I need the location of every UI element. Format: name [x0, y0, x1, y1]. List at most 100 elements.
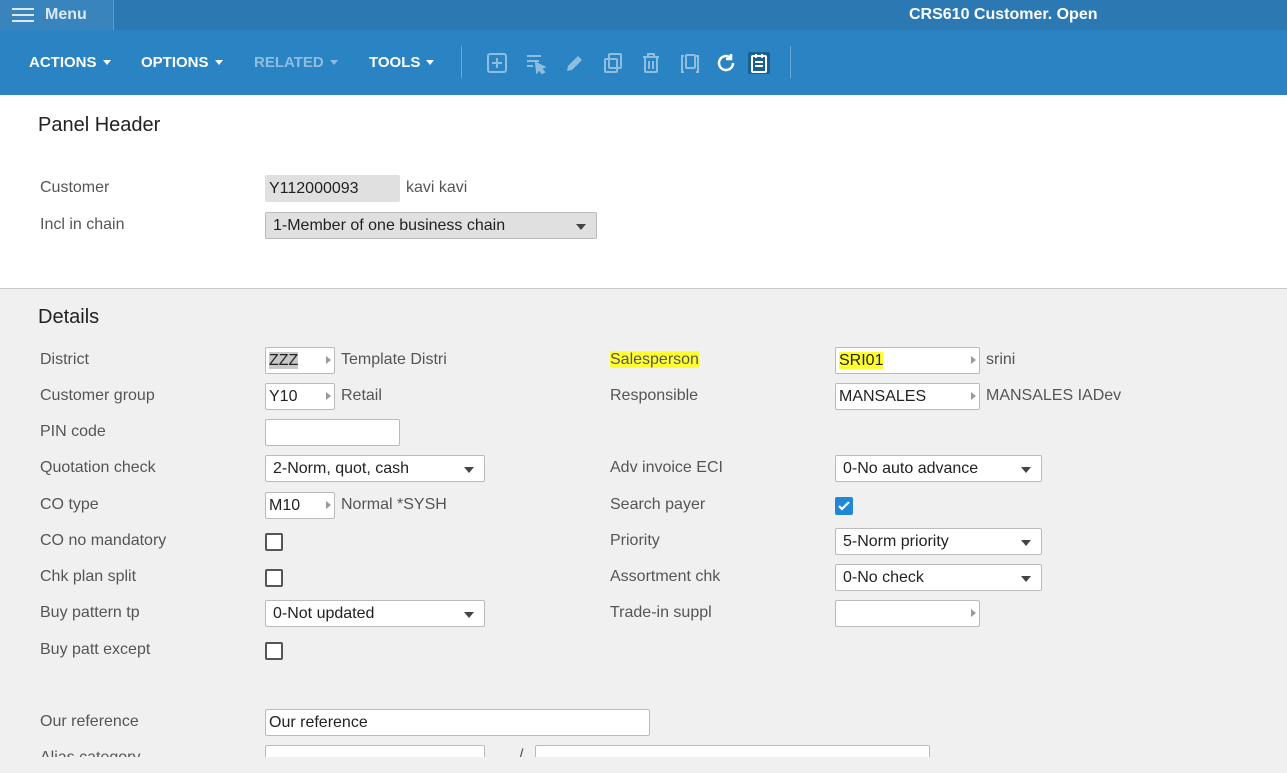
chain-label: Incl in chain — [40, 216, 125, 233]
buy-pattern-label: Buy pattern tp — [40, 604, 140, 621]
plan-split-checkbox[interactable] — [265, 569, 283, 587]
related-label: RELATED — [254, 54, 324, 71]
district-label: District — [40, 351, 89, 368]
salesperson-field[interactable]: SRI01 — [835, 347, 980, 374]
refresh-icon[interactable] — [715, 52, 737, 74]
toolbar: ACTIONS OPTIONS RELATED TOOLS — [0, 30, 1287, 95]
customer-group-label: Customer group — [40, 387, 155, 404]
buy-patt-except-label: Buy patt except — [40, 641, 151, 658]
co-type-value: M10 — [269, 497, 301, 514]
our-reference-label: Our reference — [40, 713, 139, 730]
adv-invoice-select[interactable]: 0-No auto advance — [835, 455, 1042, 482]
adv-invoice-value: 0-No auto advance — [843, 460, 979, 477]
chevron-down-icon — [102, 60, 111, 65]
chevron-down-icon — [214, 60, 223, 65]
customer-value: Y112000093 — [269, 180, 359, 197]
chevron-down-icon — [426, 60, 435, 65]
trade-in-field[interactable] — [835, 600, 980, 627]
actions-menu[interactable]: ACTIONS — [29, 54, 111, 71]
our-reference-field[interactable]: Our reference — [265, 709, 650, 736]
search-payer-checkbox[interactable] — [835, 497, 853, 515]
priority-select[interactable]: 5-Norm priority — [835, 528, 1042, 555]
responsible-label: Responsible — [610, 387, 699, 404]
trade-in-label: Trade-in suppl — [610, 604, 712, 621]
related-menu[interactable]: RELATED — [254, 54, 338, 71]
browse-arrow-icon[interactable] — [326, 356, 331, 364]
toolbar-divider — [461, 46, 462, 78]
chevron-down-icon — [576, 224, 586, 230]
browse-arrow-icon[interactable] — [971, 392, 976, 400]
edit-icon[interactable] — [564, 52, 586, 74]
co-type-desc: Normal *SYSH — [341, 496, 447, 513]
salesperson-desc: srini — [986, 351, 1016, 368]
district-value: ZZZ — [269, 352, 299, 369]
browse-arrow-icon[interactable] — [326, 392, 331, 400]
display-icon[interactable] — [679, 52, 701, 74]
alias-separator: / — [519, 747, 524, 757]
customer-name: kavi kavi — [406, 179, 468, 196]
checkmark-icon — [838, 501, 850, 511]
copy-icon[interactable] — [602, 52, 624, 74]
panel-header: Panel Header Customer Y112000093 kavi ka… — [0, 95, 1287, 289]
buy-patt-except-checkbox[interactable] — [265, 642, 283, 660]
app-title: CRS610 Customer. Open — [909, 6, 1098, 23]
adv-invoice-label: Adv invoice ECI — [610, 459, 723, 476]
hamburger-icon — [12, 8, 34, 22]
alias-row-clip: Alias category / — [0, 745, 1287, 757]
details-section: Details District ZZZ Template Distri Cus… — [0, 289, 1287, 773]
district-desc: Template Distri — [341, 351, 447, 368]
salesperson-label-text: Salesperson — [610, 351, 699, 368]
assortment-label: Assortment chk — [610, 568, 721, 585]
options-menu[interactable]: OPTIONS — [141, 54, 223, 71]
priority-label: Priority — [610, 532, 660, 549]
quotation-check-select[interactable]: 2-Norm, quot, cash — [265, 455, 485, 482]
salesperson-label: Salesperson — [610, 351, 699, 369]
notes-icon[interactable] — [748, 52, 770, 74]
responsible-value: MANSALES — [839, 388, 927, 405]
salesperson-value: SRI01 — [839, 352, 884, 369]
chevron-down-icon — [1021, 540, 1031, 546]
options-label: OPTIONS — [141, 54, 209, 71]
co-type-label: CO type — [40, 496, 99, 513]
browse-arrow-icon[interactable] — [326, 501, 331, 509]
buy-pattern-value: 0-Not updated — [273, 605, 375, 622]
menu-label: Menu — [45, 6, 87, 23]
actions-label: ACTIONS — [29, 54, 97, 71]
assortment-value: 0-No check — [843, 569, 924, 586]
quotation-check-label: Quotation check — [40, 459, 156, 476]
tools-label: TOOLS — [369, 54, 421, 71]
customer-group-desc: Retail — [341, 387, 382, 404]
browse-arrow-icon[interactable] — [971, 609, 976, 617]
district-field[interactable]: ZZZ — [265, 347, 335, 374]
chevron-down-icon — [1021, 467, 1031, 473]
plan-split-label: Chk plan split — [40, 568, 137, 585]
co-type-field[interactable]: M10 — [265, 492, 335, 519]
chevron-down-icon — [1021, 576, 1031, 582]
menu-button[interactable]: Menu — [0, 0, 114, 30]
co-no-mandatory-checkbox[interactable] — [265, 533, 283, 551]
select-icon[interactable] — [525, 52, 547, 74]
toolbar-divider — [790, 46, 791, 78]
top-bar: Menu CRS610 Customer. Open — [0, 0, 1287, 30]
details-title: Details — [38, 306, 100, 328]
customer-group-field[interactable]: Y10 — [265, 383, 335, 410]
assortment-select[interactable]: 0-No check — [835, 564, 1042, 591]
priority-value: 5-Norm priority — [843, 533, 949, 550]
pin-field[interactable] — [265, 419, 400, 446]
chevron-down-icon — [464, 467, 474, 473]
browse-arrow-icon[interactable] — [971, 356, 976, 364]
customer-label: Customer — [40, 179, 110, 196]
responsible-field[interactable]: MANSALES — [835, 383, 980, 410]
tools-menu[interactable]: TOOLS — [369, 54, 435, 71]
pin-label: PIN code — [40, 423, 106, 440]
add-icon[interactable] — [486, 52, 508, 74]
buy-pattern-select[interactable]: 0-Not updated — [265, 600, 485, 627]
customer-group-value: Y10 — [269, 388, 298, 405]
chain-value: 1-Member of one business chain — [273, 217, 506, 234]
customer-field[interactable]: Y112000093 — [265, 175, 400, 202]
alias-number-field[interactable] — [535, 745, 930, 757]
chain-select[interactable]: 1-Member of one business chain — [265, 212, 597, 239]
alias-category-select[interactable] — [265, 745, 485, 757]
responsible-desc: MANSALES IADev — [986, 387, 1122, 404]
delete-icon[interactable] — [640, 52, 662, 74]
